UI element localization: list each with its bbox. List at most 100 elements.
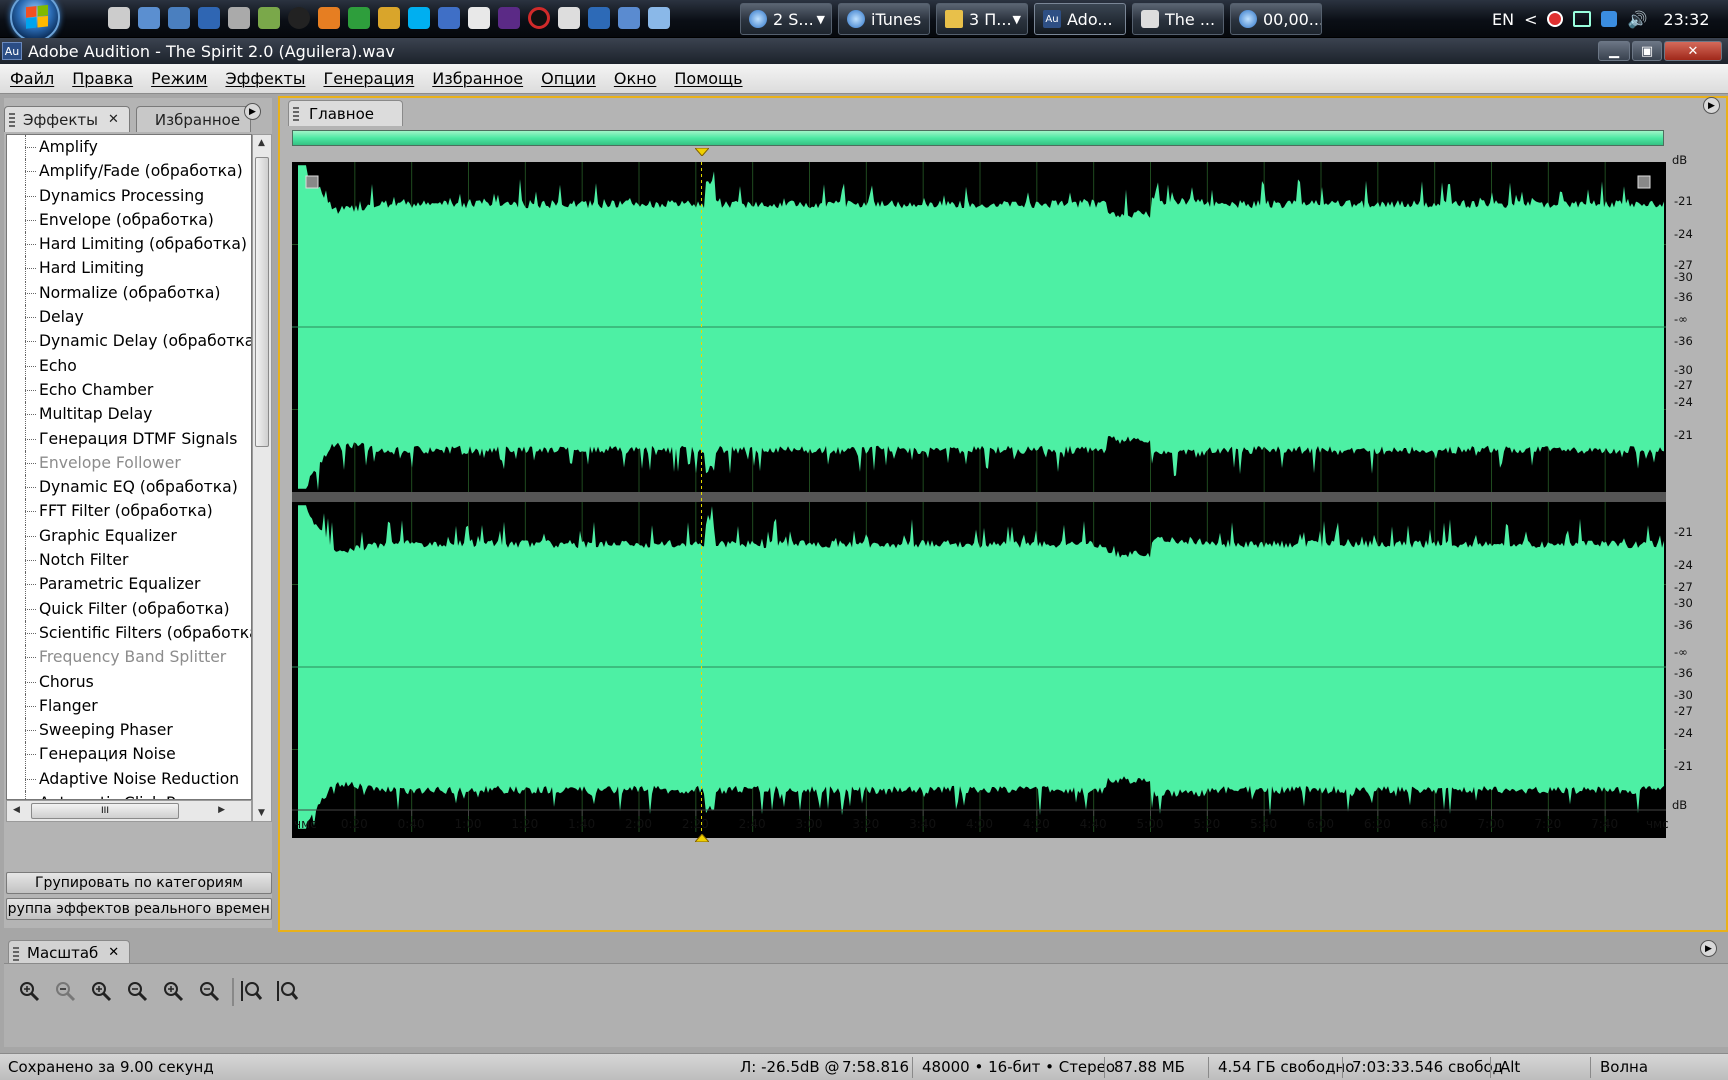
taskbar-button-4[interactable]: The ... bbox=[1132, 3, 1224, 35]
zoom-right-edge-icon[interactable] bbox=[194, 976, 224, 1006]
effect-item[interactable]: Amplify bbox=[7, 135, 251, 160]
effect-item[interactable]: Graphic Equalizer bbox=[7, 523, 251, 549]
eac-icon[interactable] bbox=[468, 7, 490, 29]
effect-item[interactable]: Hard Limiting (обработка) bbox=[7, 232, 251, 257]
explorer-icon[interactable] bbox=[108, 7, 130, 29]
zoom-left-edge-icon[interactable] bbox=[158, 976, 188, 1006]
effect-item[interactable]: Hard Limiting bbox=[7, 256, 251, 281]
zoom-out-center-icon[interactable] bbox=[50, 976, 80, 1006]
taskbar-button-3[interactable]: Au Ado... bbox=[1034, 3, 1126, 35]
grip-icon[interactable] bbox=[9, 113, 15, 127]
menu-item-1[interactable]: Правка bbox=[72, 69, 133, 88]
playhead-top-marker-icon[interactable] bbox=[694, 148, 709, 156]
effects-vertical-scrollbar[interactable]: ▲ ▼ bbox=[252, 134, 272, 822]
display-icon[interactable] bbox=[168, 7, 190, 29]
waveform-display[interactable] bbox=[292, 162, 1666, 838]
effect-item[interactable]: Envelope (обработка) bbox=[7, 207, 251, 233]
tray-expand-icon[interactable]: < bbox=[1524, 10, 1537, 29]
book-icon[interactable] bbox=[438, 7, 460, 29]
effect-item[interactable]: Multitap Delay bbox=[7, 402, 251, 427]
taskbar-button-5[interactable]: 00,00... bbox=[1230, 3, 1322, 35]
menu-item-4[interactable]: Генерация bbox=[323, 69, 414, 88]
effect-item[interactable]: Normalize (обработка) bbox=[7, 280, 251, 306]
effect-item[interactable]: Echo Chamber bbox=[7, 377, 251, 403]
clock[interactable]: 23:32 bbox=[1663, 10, 1709, 29]
effect-item[interactable]: Adaptive Noise Reduction bbox=[7, 766, 251, 792]
antivirus-icon[interactable] bbox=[1547, 11, 1564, 27]
effect-item[interactable]: Генерация Noise bbox=[7, 742, 251, 767]
fade-in-handle-icon[interactable] bbox=[305, 175, 319, 189]
effect-item[interactable]: Notch Filter bbox=[7, 548, 251, 573]
time-ruler[interactable]: чмс 0:20 0:40 1:00 1:20 1:40 2:00 2:20 2:40 3:00 3… bbox=[280, 806, 1728, 842]
menu-item-2[interactable]: Режим bbox=[151, 69, 207, 88]
effect-item[interactable]: Parametric Equalizer bbox=[7, 572, 251, 597]
playhead-bottom-marker-icon[interactable] bbox=[694, 834, 709, 842]
vertical-scroll-thumb[interactable] bbox=[255, 157, 269, 447]
panel-menu-icon[interactable]: ▶ bbox=[244, 103, 261, 120]
scroll-down-icon[interactable]: ▼ bbox=[258, 808, 265, 818]
effect-item[interactable]: Dynamics Processing bbox=[7, 183, 251, 208]
menu-item-0[interactable]: Файл bbox=[10, 69, 54, 88]
effect-item[interactable]: Envelope Follower bbox=[7, 450, 251, 476]
effect-item[interactable]: Quick Filter (обработка) bbox=[7, 596, 251, 621]
zoom-full-icon[interactable] bbox=[86, 976, 116, 1006]
desktop-icon[interactable] bbox=[138, 7, 160, 29]
maximize-button[interactable]: ▣ bbox=[1632, 41, 1662, 61]
network-icon[interactable] bbox=[1573, 11, 1592, 27]
opera-icon[interactable] bbox=[528, 7, 550, 29]
photoshop-icon[interactable] bbox=[198, 7, 220, 29]
scroll-up-icon[interactable]: ▲ bbox=[258, 138, 265, 148]
eye-icon[interactable] bbox=[558, 7, 580, 29]
flower-icon[interactable] bbox=[378, 7, 400, 29]
close-button[interactable]: ✕ bbox=[1664, 41, 1722, 61]
main-panel-menu-icon[interactable]: ▶ bbox=[1703, 97, 1720, 114]
effects-list[interactable]: Amplify Amplify/Fade (обработка) Dynamics … bbox=[6, 134, 252, 800]
taskbar-button-0[interactable]: 2 S... ▼ bbox=[740, 3, 832, 35]
effect-item[interactable]: Flanger bbox=[7, 693, 251, 719]
overview-bar[interactable] bbox=[292, 130, 1664, 146]
menu-item-3[interactable]: Эффекты bbox=[225, 69, 305, 88]
chevron-down-icon[interactable]: ▼ bbox=[1013, 13, 1021, 26]
effect-item[interactable]: Automatic Click Remover bbox=[7, 791, 251, 799]
menu-item-8[interactable]: Помощь bbox=[674, 69, 742, 88]
h-icon[interactable] bbox=[348, 7, 370, 29]
wmp-icon[interactable] bbox=[288, 7, 310, 29]
volume-icon[interactable]: 🔊 bbox=[1627, 10, 1647, 29]
menu-item-6[interactable]: Опции bbox=[541, 69, 596, 88]
channel-separator[interactable] bbox=[292, 492, 1666, 502]
zoom-in-center-icon[interactable] bbox=[14, 976, 44, 1006]
menu-item-7[interactable]: Окно bbox=[614, 69, 657, 88]
start-button[interactable] bbox=[10, 0, 60, 42]
audition-app-icon[interactable]: Au bbox=[2, 42, 22, 60]
effect-item[interactable]: Delay bbox=[7, 305, 251, 330]
effect-item[interactable]: Sweeping Phaser bbox=[7, 718, 251, 743]
close-tab-icon[interactable]: ✕ bbox=[108, 112, 119, 127]
close-tab-icon[interactable]: ✕ bbox=[108, 945, 119, 960]
scroll-left-icon[interactable]: ◀ bbox=[13, 805, 20, 815]
utility-icon[interactable] bbox=[258, 7, 280, 29]
tab-main[interactable]: Главное bbox=[288, 100, 403, 126]
itunes-icon[interactable] bbox=[648, 7, 670, 29]
tab-zoom[interactable]: Масштаб ✕ bbox=[8, 940, 131, 964]
language-indicator[interactable]: EN bbox=[1492, 10, 1514, 29]
fade-out-handle-icon[interactable] bbox=[1637, 175, 1651, 189]
effect-item[interactable]: Dynamic EQ (обработка) bbox=[7, 475, 251, 500]
grip-icon[interactable] bbox=[293, 107, 299, 121]
tab-effects[interactable]: Эффекты ✕ bbox=[4, 106, 130, 132]
grip-icon[interactable] bbox=[13, 947, 19, 961]
sync-icon[interactable] bbox=[1601, 11, 1618, 27]
chevron-down-icon[interactable]: ▼ bbox=[817, 13, 825, 26]
realtime-effects-group-button[interactable]: Группа эффектов реального времени bbox=[6, 898, 272, 920]
effect-item[interactable]: Dynamic Delay (обработка) bbox=[7, 329, 251, 354]
effects-horizontal-scrollbar[interactable]: ◀ III ▶ bbox=[6, 800, 252, 822]
effect-item[interactable]: Chorus bbox=[7, 669, 251, 694]
effect-item[interactable]: Генерация DTMF Signals bbox=[7, 426, 251, 451]
effect-item[interactable]: Amplify/Fade (обработка) bbox=[7, 159, 251, 184]
effect-item[interactable]: Echo bbox=[7, 353, 251, 378]
media-icon[interactable] bbox=[228, 7, 250, 29]
minimize-button[interactable]: ▁ bbox=[1598, 41, 1630, 61]
zoom-panel-menu-icon[interactable]: ▶ bbox=[1700, 940, 1717, 957]
effect-item[interactable]: FFT Filter (обработка) bbox=[7, 499, 251, 524]
globe-icon[interactable] bbox=[618, 7, 640, 29]
taskbar-button-2[interactable]: 3 П... ▼ bbox=[936, 3, 1028, 35]
